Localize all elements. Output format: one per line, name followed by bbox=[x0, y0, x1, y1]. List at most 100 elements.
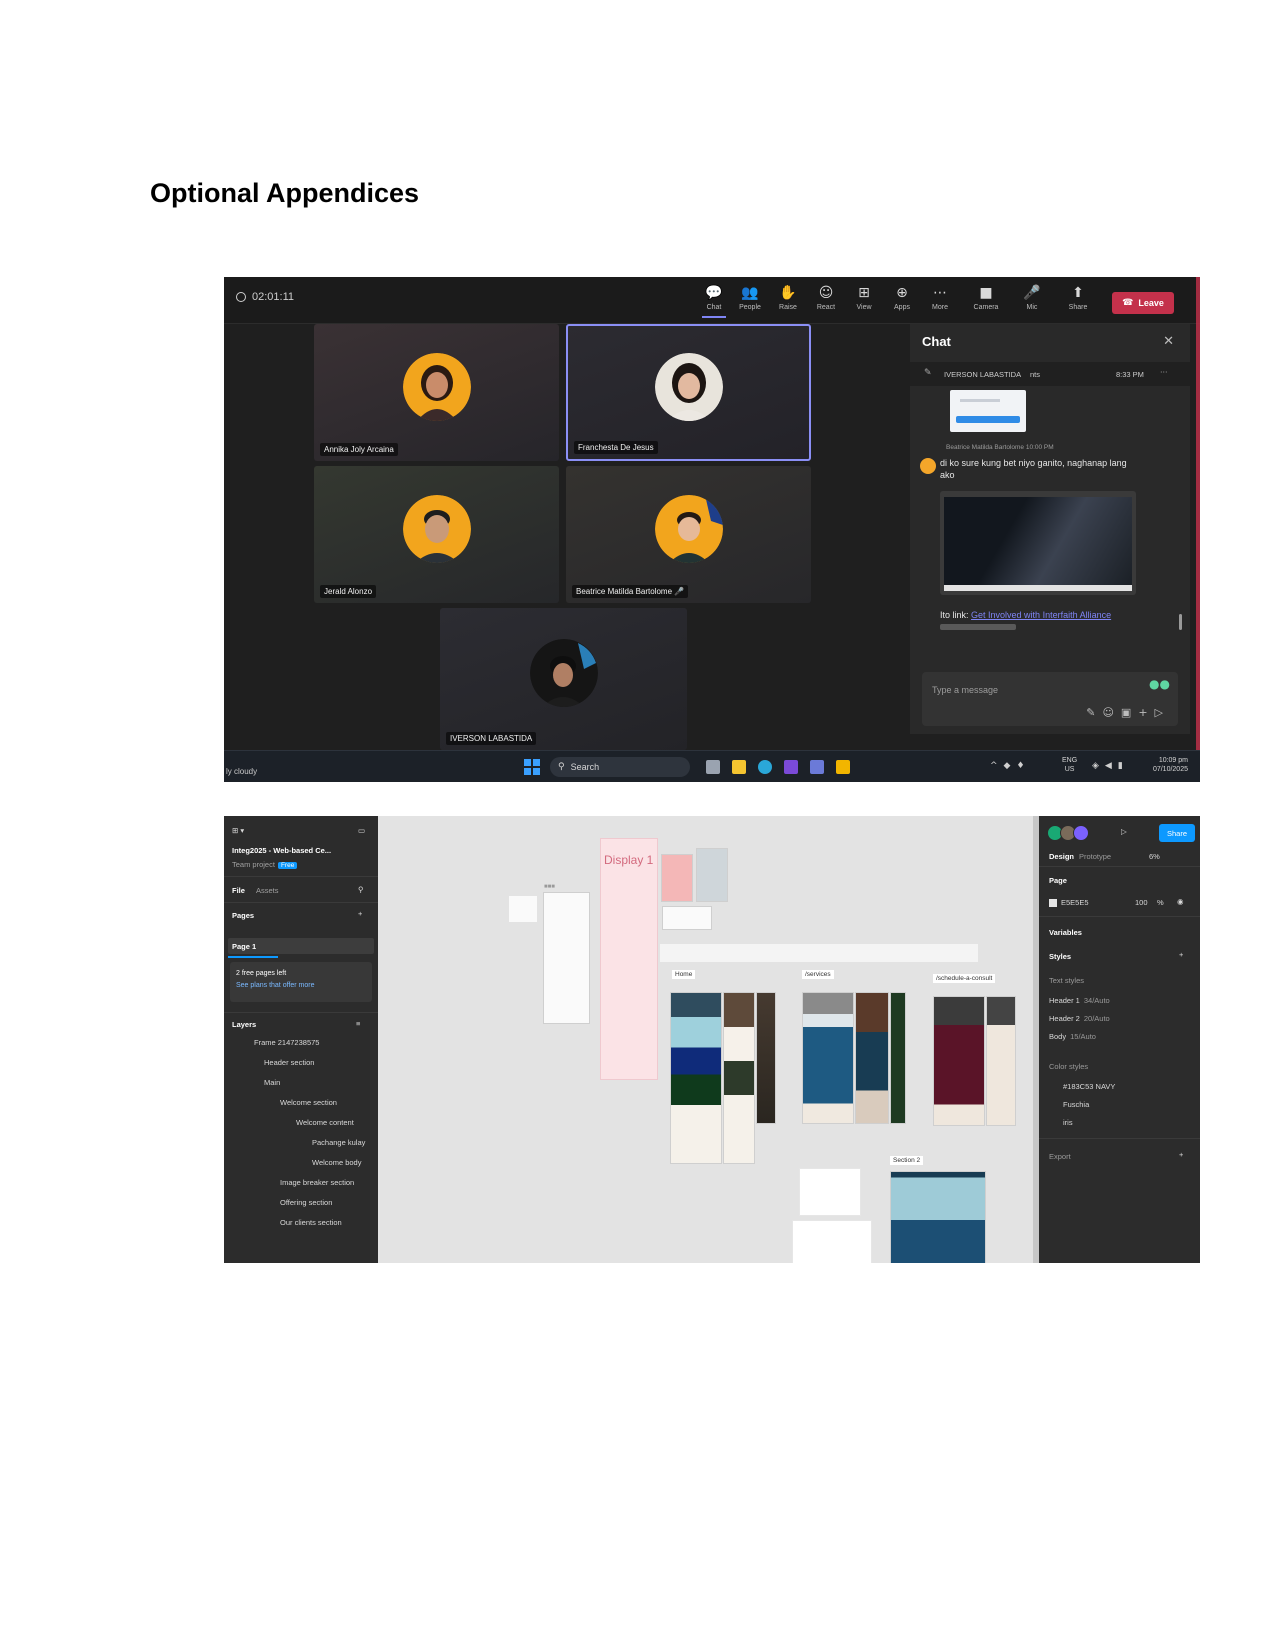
layer-item[interactable]: Image breaker section bbox=[280, 1178, 354, 1187]
layer-item[interactable]: Header section bbox=[264, 1058, 314, 1067]
layer-item[interactable]: Pachange kulay bbox=[312, 1138, 365, 1147]
shared-image-thumbnail[interactable] bbox=[950, 390, 1026, 432]
gif-icon[interactable]: ▣ bbox=[1121, 706, 1138, 719]
color-style-item[interactable]: #183C53 NAVY bbox=[1063, 1082, 1115, 1091]
tab-design[interactable]: Design bbox=[1049, 852, 1074, 861]
canvas-frame-small[interactable] bbox=[662, 906, 712, 930]
page-opacity[interactable]: 100 bbox=[1135, 898, 1148, 907]
figma-menu-icon[interactable]: ⊞ ▾ bbox=[232, 826, 244, 835]
attach-icon[interactable]: + bbox=[1138, 706, 1154, 719]
add-style-icon[interactable]: + bbox=[1179, 950, 1183, 959]
sticky-notes-icon[interactable] bbox=[836, 760, 850, 774]
canvas-frame-schedule-alt[interactable] bbox=[986, 996, 1016, 1126]
tab-prototype[interactable]: Prototype bbox=[1079, 852, 1111, 861]
canvas-frame-blank[interactable] bbox=[792, 1220, 872, 1263]
text-style-item[interactable]: Header 2 20/Auto bbox=[1049, 1014, 1110, 1023]
text-style-item[interactable]: Header 1 34/Auto bbox=[1049, 996, 1110, 1005]
chevron-up-icon[interactable]: ^ bbox=[990, 761, 1004, 771]
format-icon[interactable]: ✎ bbox=[1086, 706, 1102, 719]
canvas-frame-services-alt[interactable] bbox=[855, 992, 889, 1124]
layer-item[interactable]: Offering section bbox=[280, 1198, 332, 1207]
collaborator-avatars[interactable] bbox=[1047, 825, 1089, 841]
share-button[interactable]: Share bbox=[1159, 824, 1195, 842]
compose-tools[interactable]: ✎☺▣+▷ bbox=[1086, 706, 1170, 719]
eye-icon[interactable]: ◉ bbox=[1177, 897, 1184, 906]
canvas-frame-styleguide[interactable]: Display 1 bbox=[600, 838, 658, 1080]
zoom-level[interactable]: 6% bbox=[1149, 852, 1160, 861]
taskbar-clock[interactable]: 10:09 pm 07/10/2025 bbox=[1140, 756, 1188, 774]
canvas-frame-home-side[interactable] bbox=[756, 992, 776, 1124]
tab-file[interactable]: File bbox=[232, 886, 245, 895]
participant-tile[interactable]: Beatrice Matilda Bartolome 🎤 bbox=[566, 466, 811, 603]
teams-icon[interactable] bbox=[810, 760, 824, 774]
canvas-frame-home-alt[interactable] bbox=[723, 992, 755, 1164]
canvas-frame-blank[interactable] bbox=[799, 1168, 861, 1216]
canvas-frame-card[interactable] bbox=[661, 854, 693, 902]
grammarly-icon[interactable]: ●● bbox=[1149, 677, 1170, 691]
toolbar-view-button[interactable]: ⊞ View bbox=[846, 285, 882, 311]
figma-canvas[interactable]: ■■■ Display 1 Home /services /schedule-a… bbox=[378, 816, 1033, 1263]
shared-website-screenshot[interactable] bbox=[940, 491, 1136, 595]
canvas-frame-schedule[interactable] bbox=[933, 996, 985, 1126]
participant-tile[interactable]: Jerald Alonzo bbox=[314, 466, 559, 603]
file-explorer-icon[interactable] bbox=[706, 760, 720, 774]
network-icon[interactable]: ◆ bbox=[1004, 761, 1017, 771]
chat-scrollbar[interactable] bbox=[1179, 614, 1182, 630]
canvas-frame-home[interactable] bbox=[670, 992, 722, 1164]
participant-tile[interactable]: IVERSON LABASTIDA bbox=[440, 608, 687, 750]
layer-item[interactable]: Main bbox=[264, 1078, 280, 1087]
toolbar-mic-button[interactable]: 🎤 Mic bbox=[1014, 285, 1050, 311]
canvas-frame-card[interactable] bbox=[696, 848, 728, 902]
layer-item[interactable]: Welcome section bbox=[280, 1098, 337, 1107]
canvas-frame-services-side[interactable] bbox=[890, 992, 906, 1124]
edge-icon[interactable] bbox=[758, 760, 772, 774]
toolbar-share-button[interactable]: ⬆ Share bbox=[1060, 285, 1096, 311]
language-indicator[interactable]: ENG US bbox=[1062, 756, 1077, 774]
wifi-icon[interactable]: ◈ bbox=[1092, 761, 1105, 771]
canvas-frame-services[interactable] bbox=[802, 992, 854, 1124]
add-page-icon[interactable]: + bbox=[358, 909, 362, 918]
participant-tile-active-speaker[interactable]: Franchesta De Jesus bbox=[566, 324, 811, 461]
pinned-message[interactable]: ✎ IVERSON LABASTIDA nts 8:33 PM ⋯ bbox=[910, 362, 1190, 386]
toolbar-people-button[interactable]: 👥 People bbox=[732, 285, 768, 311]
send-icon[interactable]: ▷ bbox=[1155, 706, 1170, 719]
toolbar-react-button[interactable]: ☺ React bbox=[808, 285, 844, 311]
layers-collapse-icon[interactable]: ≡ bbox=[356, 1019, 360, 1028]
layer-item[interactable]: Frame 2147238575 bbox=[254, 1038, 319, 1047]
participant-tile[interactable]: Annika Joly Arcaina bbox=[314, 324, 559, 461]
toolbar-chat-button[interactable]: 💬 Chat bbox=[696, 285, 732, 318]
volume-icon[interactable]: ◀ bbox=[1105, 761, 1118, 771]
folder-icon[interactable] bbox=[732, 760, 746, 774]
toolbar-camera-button[interactable]: ■ Camera bbox=[968, 285, 1004, 311]
canvas-frame-mini[interactable] bbox=[509, 896, 537, 922]
canvas-frame-section2[interactable] bbox=[890, 1171, 986, 1263]
page-color-row[interactable]: E5E5E5 bbox=[1049, 898, 1089, 908]
layer-item[interactable]: Our clients section bbox=[280, 1218, 342, 1227]
system-tray[interactable]: ^◆♦ bbox=[990, 761, 1031, 771]
canvas-nav-strip[interactable] bbox=[660, 944, 978, 962]
toolbar-raise-button[interactable]: ✋ Raise bbox=[770, 285, 806, 311]
color-style-item[interactable]: Fuschia bbox=[1063, 1100, 1089, 1109]
search-icon[interactable]: ⚲ bbox=[358, 885, 364, 894]
windows-start-icon[interactable] bbox=[524, 759, 540, 775]
see-plans-link[interactable]: See plans that offer more bbox=[236, 982, 314, 989]
message-link[interactable]: Get Involved with Interfaith Alliance bbox=[971, 610, 1111, 620]
onenote-icon[interactable] bbox=[784, 760, 798, 774]
emoji-icon[interactable]: ☺ bbox=[1102, 706, 1120, 719]
toolbar-more-button[interactable]: ⋯ More bbox=[922, 285, 958, 311]
avatar[interactable] bbox=[1073, 825, 1089, 841]
leave-button[interactable]: ☎ Leave bbox=[1112, 292, 1174, 314]
file-title[interactable]: Integ2025 - Web-based Ce... bbox=[232, 846, 331, 855]
message-compose-box[interactable]: Type a message ●● ✎☺▣+▷ bbox=[922, 672, 1178, 726]
battery-icon[interactable]: ▮ bbox=[1118, 761, 1129, 771]
layer-item[interactable]: Welcome content bbox=[296, 1118, 354, 1127]
layer-item[interactable]: Welcome body bbox=[312, 1158, 361, 1167]
add-export-icon[interactable]: + bbox=[1179, 1150, 1183, 1159]
present-icon[interactable]: ▷ bbox=[1121, 827, 1127, 836]
more-icon[interactable]: ⋯ bbox=[1160, 367, 1168, 376]
color-style-item[interactable]: iris bbox=[1063, 1118, 1073, 1127]
tray-icons[interactable]: ◈◀▮ bbox=[1092, 761, 1129, 771]
toolbar-apps-button[interactable]: ⊕ Apps bbox=[884, 285, 920, 311]
taskbar-search[interactable]: ⚲ Search bbox=[550, 757, 690, 777]
text-style-item[interactable]: Body 15/Auto bbox=[1049, 1032, 1096, 1041]
